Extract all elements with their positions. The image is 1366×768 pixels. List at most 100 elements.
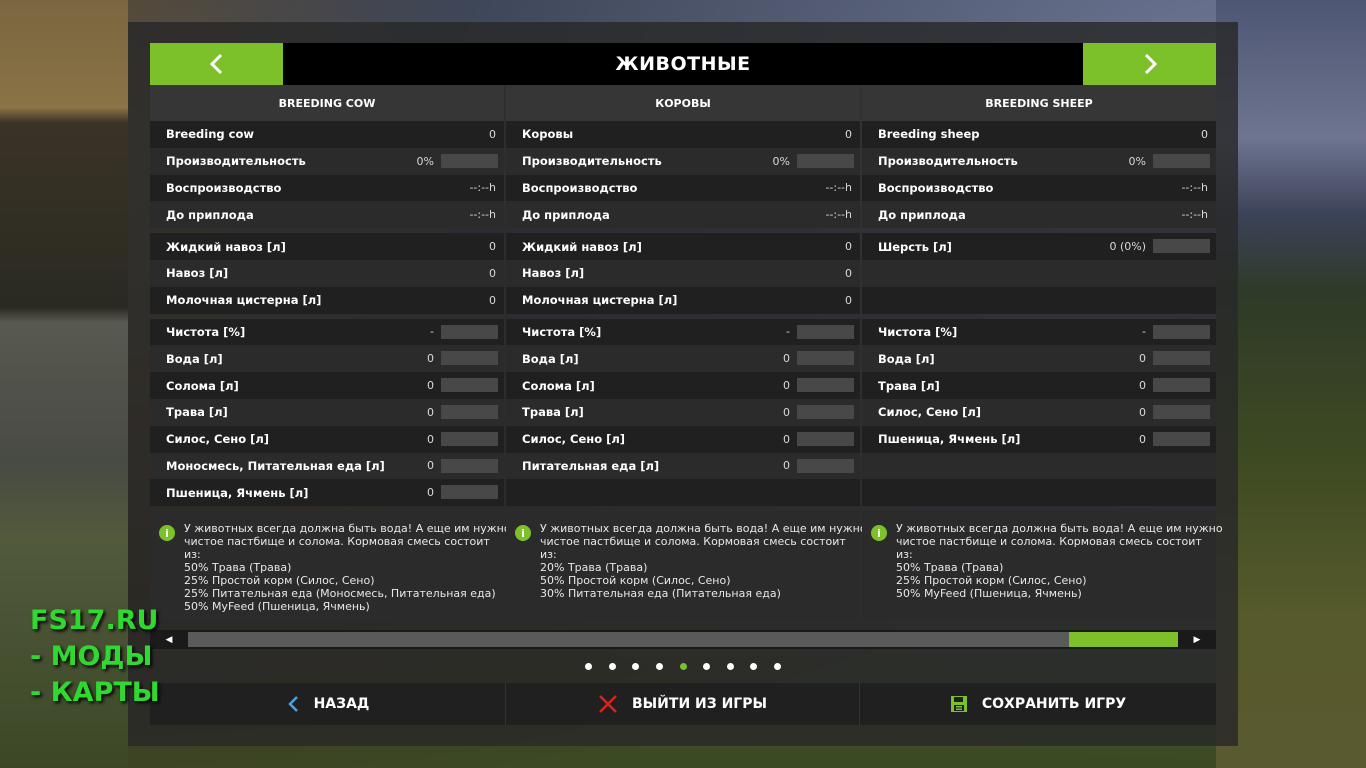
stat-value: 0 — [1139, 352, 1146, 366]
info-text-line: У животных всегда должна быть вода! А ещ… — [540, 522, 867, 536]
fill-level-bar — [441, 431, 498, 446]
stat-value: --:--h — [1181, 181, 1208, 195]
info-text-line: 20% Трава (Трава) — [540, 561, 648, 575]
stat-row: Вода [л] 0 — [862, 345, 1216, 373]
stat-row: Солома [л] 0 — [506, 372, 860, 399]
stat-label: Жидкий навоз [л] — [522, 239, 642, 254]
stat-row: Жидкий навоз [л] 0 — [150, 233, 504, 260]
stat-label: Навоз [л] — [522, 266, 585, 281]
stat-row: Чистота [%] - — [862, 318, 1216, 346]
stat-row: Шерсть [л] 0 (0%) — [862, 233, 1216, 260]
stat-value: 0 — [845, 266, 852, 280]
fill-level-bar — [1153, 153, 1210, 168]
site-watermark: FS17.RU - МОДЫ - КАРТЫ — [30, 603, 160, 711]
stat-row: До приплода --:--h — [506, 201, 860, 229]
stat-row: Чистота [%] - — [506, 318, 860, 346]
animal-column-breeding-sheep: BREEDING SHEEP Breeding sheep 0 Производите… — [862, 85, 1223, 622]
back-button[interactable]: НАЗАД — [150, 683, 505, 725]
fill-level-bar — [441, 378, 498, 393]
bottom-action-bar: НАЗАД ВЫЙТИ ИЗ ИГРЫ СОХРАНИТЬ ИГРУ — [150, 683, 1216, 725]
stat-value: 0 — [1201, 127, 1208, 141]
fill-level-bar — [441, 351, 498, 366]
info-text-line: чистое пастбище и солома. Кормовая смесь… — [540, 535, 846, 549]
fill-level-bar — [797, 153, 854, 168]
chevron-left-icon — [209, 53, 222, 75]
info-text-line: чистое пастбище и солома. Кормовая смесь… — [896, 535, 1202, 549]
stat-row: Воспроизводство --:--h — [150, 174, 504, 202]
page-dot[interactable] — [726, 662, 734, 670]
prev-page-button[interactable] — [150, 43, 283, 85]
scrollbar-track[interactable] — [188, 632, 1178, 647]
fill-level-bar — [441, 404, 498, 419]
stat-value: --:--h — [469, 208, 496, 222]
stat-row: Трава [л] 0 — [506, 398, 860, 426]
info-text-line: из: — [540, 548, 557, 562]
stat-row: Навоз [л] 0 — [506, 259, 860, 287]
stat-row: Навоз [л] 0 — [150, 259, 504, 287]
close-icon — [599, 695, 617, 713]
stat-row: Моносмесь, Питательная еда [л] 0 — [150, 452, 504, 480]
stat-row: Пшеница, Ячмень [л] 0 — [150, 479, 504, 507]
page-dot[interactable] — [585, 662, 593, 670]
stat-row: Молочная цистерна [л] 0 — [506, 286, 860, 314]
stat-row: Пшеница, Ячмень [л] 0 — [862, 425, 1216, 453]
stat-row: Чистота [%] - — [150, 318, 504, 346]
stats-group: Breeding sheep 0 Производительность 0% Воспр… — [862, 121, 1216, 229]
stats-group: Шерсть [л] 0 (0%) — [862, 233, 1216, 314]
info-text-line: 25% Питательная еда (Моносмесь, Питатель… — [184, 587, 496, 601]
next-page-button[interactable] — [1083, 43, 1216, 85]
page-dot[interactable] — [703, 662, 711, 670]
stat-row: Вода [л] 0 — [150, 345, 504, 373]
stat-value: 0 — [845, 240, 852, 254]
stat-value: 0 — [1139, 432, 1146, 446]
stat-row: Силос, Сено [л] 0 — [150, 425, 504, 453]
stat-row: Производительность 0% — [150, 147, 504, 175]
fill-level-bar — [797, 404, 854, 419]
stat-value: 0 — [1139, 405, 1146, 419]
fill-level-bar — [441, 324, 498, 339]
page-dot[interactable] — [608, 662, 616, 670]
fill-level-bar — [797, 351, 854, 366]
stat-value: --:--h — [1181, 208, 1208, 222]
page-dot[interactable] — [750, 662, 758, 670]
stat-label: Навоз [л] — [166, 266, 229, 281]
scrollbar-thumb[interactable] — [1069, 632, 1178, 647]
stat-value: 0 — [427, 405, 434, 419]
stat-value: 0 — [427, 379, 434, 393]
stat-label: Воспроизводство — [166, 180, 282, 195]
triangle-left-icon: ◀ — [165, 634, 173, 645]
page-dot[interactable] — [679, 662, 687, 670]
page-dot[interactable] — [773, 662, 781, 670]
stat-row: Воспроизводство --:--h — [506, 174, 860, 202]
fill-level-bar — [797, 324, 854, 339]
feeding-info: i У животных всегда должна быть вода! А е… — [150, 511, 511, 622]
save-game-button[interactable]: СОХРАНИТЬ ИГРУ — [860, 683, 1216, 725]
stat-value: 0 — [845, 127, 852, 141]
page-indicator — [150, 658, 1216, 674]
stat-label: До приплода — [166, 207, 254, 222]
page-header: ЖИВОТНЫЕ — [150, 43, 1216, 85]
stats-group: Коровы 0 Производительность 0% Воспроизводст… — [506, 121, 860, 229]
stat-row: Воспроизводство --:--h — [862, 174, 1216, 202]
stat-value: 0 — [783, 459, 790, 473]
stat-row: Жидкий навоз [л] 0 — [506, 233, 860, 260]
stat-value: 0 — [783, 432, 790, 446]
stat-value: 0 (0%) — [1109, 240, 1146, 254]
column-header: BREEDING SHEEP — [862, 85, 1216, 121]
page-dot[interactable] — [632, 662, 640, 670]
stat-row: Трава [л] 0 — [862, 372, 1216, 399]
scroll-right-button[interactable]: ▶ — [1178, 630, 1216, 649]
fill-level-bar — [797, 378, 854, 393]
stat-label: Молочная цистерна [л] — [522, 293, 678, 308]
page-dot[interactable] — [655, 662, 663, 670]
column-header: BREEDING COW — [150, 85, 504, 121]
horizontal-scrollbar[interactable]: ◀ ▶ — [150, 630, 1216, 649]
stat-value: 0% — [1128, 154, 1146, 168]
stat-label: Breeding cow — [166, 127, 254, 142]
fill-level-bar — [797, 431, 854, 446]
quit-game-button[interactable]: ВЫЙТИ ИЗ ИГРЫ — [505, 683, 860, 725]
info-text-line: У животных всегда должна быть вода! А ещ… — [184, 522, 511, 536]
stat-value: - — [786, 325, 790, 339]
stat-row: Питательная еда [л] 0 — [506, 452, 860, 480]
stat-row: Breeding sheep 0 — [862, 121, 1216, 148]
